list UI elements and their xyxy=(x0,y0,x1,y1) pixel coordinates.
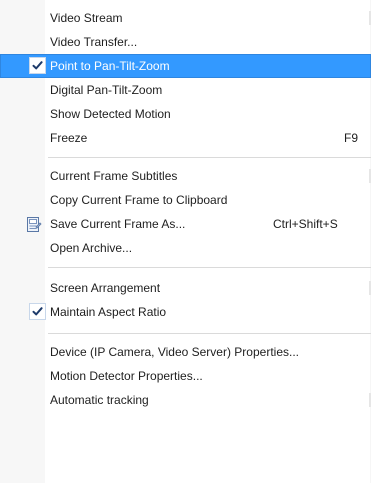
menu-item-open-archive[interactable]: Open Archive... xyxy=(0,236,371,260)
checkmark-icon xyxy=(29,57,46,74)
menu-item-label: Automatic tracking xyxy=(50,393,149,407)
menu-item-save-frame-as[interactable]: Save Current Frame As... Ctrl+Shift+S xyxy=(0,212,371,236)
menu-separator xyxy=(48,267,371,268)
menu-item-label: Freeze xyxy=(50,131,88,145)
menu-item-shortcut: F9 xyxy=(344,131,359,145)
menu-item-shortcut: Ctrl+Shift+S xyxy=(273,217,338,231)
menu-item-digital-ptz[interactable]: Digital Pan-Tilt-Zoom xyxy=(0,78,371,102)
menu-separator xyxy=(48,157,371,158)
menu-item-label: Maintain Aspect Ratio xyxy=(50,305,167,319)
checkmark-icon xyxy=(29,303,46,320)
menu-item-screen-arrangement[interactable]: Screen Arrangement xyxy=(0,276,371,300)
menu-item-copy-frame-to-clipboard[interactable]: Copy Current Frame to Clipboard xyxy=(0,188,371,212)
menu-item-label: Video Transfer... xyxy=(50,35,138,49)
menu-item-label: Show Detected Motion xyxy=(50,107,171,121)
menu-item-label: Save Current Frame As... xyxy=(50,217,186,231)
menu-item-label: Screen Arrangement xyxy=(50,281,161,295)
menu-item-point-to-ptz[interactable]: Point to Pan-Tilt-Zoom xyxy=(0,54,371,78)
menu-item-label: Current Frame Subtitles xyxy=(50,169,178,183)
menu-item-automatic-tracking[interactable]: Automatic tracking xyxy=(0,388,371,412)
menu-item-video-transfer[interactable]: Video Transfer... xyxy=(0,30,371,54)
menu-item-video-stream[interactable]: Video Stream xyxy=(0,6,371,30)
menu-item-label: Device (IP Camera, Video Server) Propert… xyxy=(50,345,299,359)
menu-item-label: Video Stream xyxy=(50,11,123,25)
menu-item-label: Open Archive... xyxy=(50,241,133,255)
menu-item-label: Point to Pan-Tilt-Zoom xyxy=(50,59,170,73)
menu-item-label: Motion Detector Properties... xyxy=(50,369,203,383)
menu-item-current-frame-subtitles[interactable]: Current Frame Subtitles xyxy=(0,164,371,188)
menu-item-maintain-aspect-ratio[interactable]: Maintain Aspect Ratio xyxy=(0,300,371,324)
menu-item-label: Copy Current Frame to Clipboard xyxy=(50,193,228,207)
menu-item-device-properties[interactable]: Device (IP Camera, Video Server) Propert… xyxy=(0,340,371,364)
menu-item-freeze[interactable]: Freeze F9 xyxy=(0,126,371,150)
menu-item-show-detected-motion[interactable]: Show Detected Motion xyxy=(0,102,371,126)
save-frame-icon xyxy=(26,216,42,236)
context-menu: Video Stream Video Transfer... Point to … xyxy=(0,0,371,483)
menu-item-label: Digital Pan-Tilt-Zoom xyxy=(50,83,163,97)
menu-item-motion-detector-properties[interactable]: Motion Detector Properties... xyxy=(0,364,371,388)
menu-separator xyxy=(48,333,371,334)
